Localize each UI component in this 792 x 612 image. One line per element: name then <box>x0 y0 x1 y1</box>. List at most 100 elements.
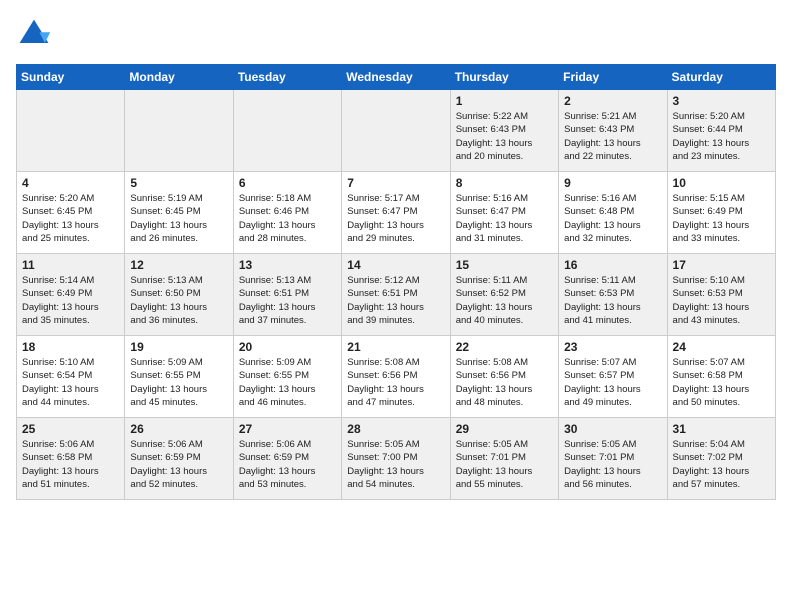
cell-info: Sunrise: 5:13 AM Sunset: 6:50 PM Dayligh… <box>130 274 227 327</box>
cell-info: Sunrise: 5:22 AM Sunset: 6:43 PM Dayligh… <box>456 110 553 163</box>
cell-info: Sunrise: 5:10 AM Sunset: 6:54 PM Dayligh… <box>22 356 119 409</box>
cell-info: Sunrise: 5:16 AM Sunset: 6:47 PM Dayligh… <box>456 192 553 245</box>
day-number: 11 <box>22 258 119 272</box>
day-number: 1 <box>456 94 553 108</box>
day-number: 7 <box>347 176 444 190</box>
calendar-week-3: 11 Sunrise: 5:14 AM Sunset: 6:49 PM Dayli… <box>17 254 776 336</box>
cell-info: Sunrise: 5:16 AM Sunset: 6:48 PM Dayligh… <box>564 192 661 245</box>
calendar-cell: 6 Sunrise: 5:18 AM Sunset: 6:46 PM Daylig… <box>233 172 341 254</box>
calendar-cell: 12Sunrise: 5:13 AM Sunset: 6:50 PM Dayli… <box>125 254 233 336</box>
day-number: 2 <box>564 94 661 108</box>
day-number: 27 <box>239 422 336 436</box>
calendar-cell: 16 Sunrise: 5:11 AM Sunset: 6:53 PM Dayli… <box>559 254 667 336</box>
cell-info: Sunrise: 5:12 AM Sunset: 6:51 PM Dayligh… <box>347 274 444 327</box>
cell-info: Sunrise: 5:06 AM Sunset: 6:58 PM Dayligh… <box>22 438 119 491</box>
day-number: 14 <box>347 258 444 272</box>
day-number: 22 <box>456 340 553 354</box>
calendar-cell: 20 Sunrise: 5:09 AM Sunset: 6:55 PM Dayli… <box>233 336 341 418</box>
cell-info: Sunrise: 5:06 AM Sunset: 6:59 PM Dayligh… <box>239 438 336 491</box>
calendar-cell: 24 Sunrise: 5:07 AM Sunset: 6:58 PM Dayli… <box>667 336 775 418</box>
day-number: 13 <box>239 258 336 272</box>
cell-info: Sunrise: 5:18 AM Sunset: 6:46 PM Dayligh… <box>239 192 336 245</box>
calendar-cell: 28Sunrise: 5:05 AM Sunset: 7:00 PM Dayli… <box>342 418 450 500</box>
calendar-cell: 25Sunrise: 5:06 AM Sunset: 6:58 PM Dayli… <box>17 418 125 500</box>
calendar-week-4: 18 Sunrise: 5:10 AM Sunset: 6:54 PM Dayli… <box>17 336 776 418</box>
calendar-cell: 29 Sunrise: 5:05 AM Sunset: 7:01 PM Dayli… <box>450 418 558 500</box>
cell-info: Sunrise: 5:09 AM Sunset: 6:55 PM Dayligh… <box>130 356 227 409</box>
day-number: 8 <box>456 176 553 190</box>
header-friday: Friday <box>559 65 667 90</box>
cell-info: Sunrise: 5:15 AM Sunset: 6:49 PM Dayligh… <box>673 192 770 245</box>
calendar-cell: 15Sunrise: 5:11 AM Sunset: 6:52 PM Dayli… <box>450 254 558 336</box>
header-saturday: Saturday <box>667 65 775 90</box>
cell-info: Sunrise: 5:13 AM Sunset: 6:51 PM Dayligh… <box>239 274 336 327</box>
header-sunday: Sunday <box>17 65 125 90</box>
calendar-week-5: 25Sunrise: 5:06 AM Sunset: 6:58 PM Dayli… <box>17 418 776 500</box>
page-header <box>16 16 776 52</box>
calendar-cell: 30 Sunrise: 5:05 AM Sunset: 7:01 PM Dayli… <box>559 418 667 500</box>
cell-info: Sunrise: 5:08 AM Sunset: 6:56 PM Dayligh… <box>347 356 444 409</box>
cell-info: Sunrise: 5:05 AM Sunset: 7:01 PM Dayligh… <box>564 438 661 491</box>
day-number: 10 <box>673 176 770 190</box>
calendar-cell <box>342 90 450 172</box>
cell-info: Sunrise: 5:10 AM Sunset: 6:53 PM Dayligh… <box>673 274 770 327</box>
cell-info: Sunrise: 5:19 AM Sunset: 6:45 PM Dayligh… <box>130 192 227 245</box>
calendar-week-1: 1 Sunrise: 5:22 AM Sunset: 6:43 PM Daylig… <box>17 90 776 172</box>
calendar-cell <box>125 90 233 172</box>
day-number: 4 <box>22 176 119 190</box>
calendar-cell: 3 Sunrise: 5:20 AM Sunset: 6:44 PM Daylig… <box>667 90 775 172</box>
calendar-week-2: 4 Sunrise: 5:20 AM Sunset: 6:45 PM Daylig… <box>17 172 776 254</box>
header-thursday: Thursday <box>450 65 558 90</box>
cell-info: Sunrise: 5:20 AM Sunset: 6:45 PM Dayligh… <box>22 192 119 245</box>
logo-icon <box>16 16 52 52</box>
cell-info: Sunrise: 5:07 AM Sunset: 6:57 PM Dayligh… <box>564 356 661 409</box>
day-number: 26 <box>130 422 227 436</box>
cell-info: Sunrise: 5:20 AM Sunset: 6:44 PM Dayligh… <box>673 110 770 163</box>
calendar-cell: 14 Sunrise: 5:12 AM Sunset: 6:51 PM Dayli… <box>342 254 450 336</box>
cell-info: Sunrise: 5:06 AM Sunset: 6:59 PM Dayligh… <box>130 438 227 491</box>
calendar-table: SundayMondayTuesdayWednesdayThursdayFrid… <box>16 64 776 500</box>
cell-info: Sunrise: 5:11 AM Sunset: 6:53 PM Dayligh… <box>564 274 661 327</box>
calendar-cell <box>17 90 125 172</box>
day-number: 20 <box>239 340 336 354</box>
day-number: 21 <box>347 340 444 354</box>
day-number: 3 <box>673 94 770 108</box>
day-number: 5 <box>130 176 227 190</box>
cell-info: Sunrise: 5:21 AM Sunset: 6:43 PM Dayligh… <box>564 110 661 163</box>
day-number: 15 <box>456 258 553 272</box>
calendar-cell: 31Sunrise: 5:04 AM Sunset: 7:02 PM Dayli… <box>667 418 775 500</box>
cell-info: Sunrise: 5:09 AM Sunset: 6:55 PM Dayligh… <box>239 356 336 409</box>
cell-info: Sunrise: 5:05 AM Sunset: 7:01 PM Dayligh… <box>456 438 553 491</box>
day-number: 23 <box>564 340 661 354</box>
calendar-cell: 18 Sunrise: 5:10 AM Sunset: 6:54 PM Dayli… <box>17 336 125 418</box>
day-number: 9 <box>564 176 661 190</box>
cell-info: Sunrise: 5:04 AM Sunset: 7:02 PM Dayligh… <box>673 438 770 491</box>
calendar-cell: 11 Sunrise: 5:14 AM Sunset: 6:49 PM Dayli… <box>17 254 125 336</box>
header-tuesday: Tuesday <box>233 65 341 90</box>
day-number: 6 <box>239 176 336 190</box>
calendar-cell: 1 Sunrise: 5:22 AM Sunset: 6:43 PM Daylig… <box>450 90 558 172</box>
calendar-cell: 8 Sunrise: 5:16 AM Sunset: 6:47 PM Daylig… <box>450 172 558 254</box>
calendar-cell: 5 Sunrise: 5:19 AM Sunset: 6:45 PM Daylig… <box>125 172 233 254</box>
calendar-cell: 13 Sunrise: 5:13 AM Sunset: 6:51 PM Dayli… <box>233 254 341 336</box>
calendar-cell: 21 Sunrise: 5:08 AM Sunset: 6:56 PM Dayli… <box>342 336 450 418</box>
calendar-cell: 17 Sunrise: 5:10 AM Sunset: 6:53 PM Dayli… <box>667 254 775 336</box>
calendar-cell: 23 Sunrise: 5:07 AM Sunset: 6:57 PM Dayli… <box>559 336 667 418</box>
calendar-cell: 10 Sunrise: 5:15 AM Sunset: 6:49 PM Dayli… <box>667 172 775 254</box>
calendar-cell: 9 Sunrise: 5:16 AM Sunset: 6:48 PM Daylig… <box>559 172 667 254</box>
calendar-cell: 4 Sunrise: 5:20 AM Sunset: 6:45 PM Daylig… <box>17 172 125 254</box>
day-number: 24 <box>673 340 770 354</box>
logo <box>16 16 56 52</box>
cell-info: Sunrise: 5:14 AM Sunset: 6:49 PM Dayligh… <box>22 274 119 327</box>
calendar-cell: 22 Sunrise: 5:08 AM Sunset: 6:56 PM Dayli… <box>450 336 558 418</box>
cell-info: Sunrise: 5:08 AM Sunset: 6:56 PM Dayligh… <box>456 356 553 409</box>
day-number: 29 <box>456 422 553 436</box>
calendar-cell: 19Sunrise: 5:09 AM Sunset: 6:55 PM Dayli… <box>125 336 233 418</box>
day-number: 30 <box>564 422 661 436</box>
day-number: 16 <box>564 258 661 272</box>
calendar-cell: 7Sunrise: 5:17 AM Sunset: 6:47 PM Daylig… <box>342 172 450 254</box>
day-number: 17 <box>673 258 770 272</box>
cell-info: Sunrise: 5:07 AM Sunset: 6:58 PM Dayligh… <box>673 356 770 409</box>
calendar-header-row: SundayMondayTuesdayWednesdayThursdayFrid… <box>17 65 776 90</box>
day-number: 18 <box>22 340 119 354</box>
